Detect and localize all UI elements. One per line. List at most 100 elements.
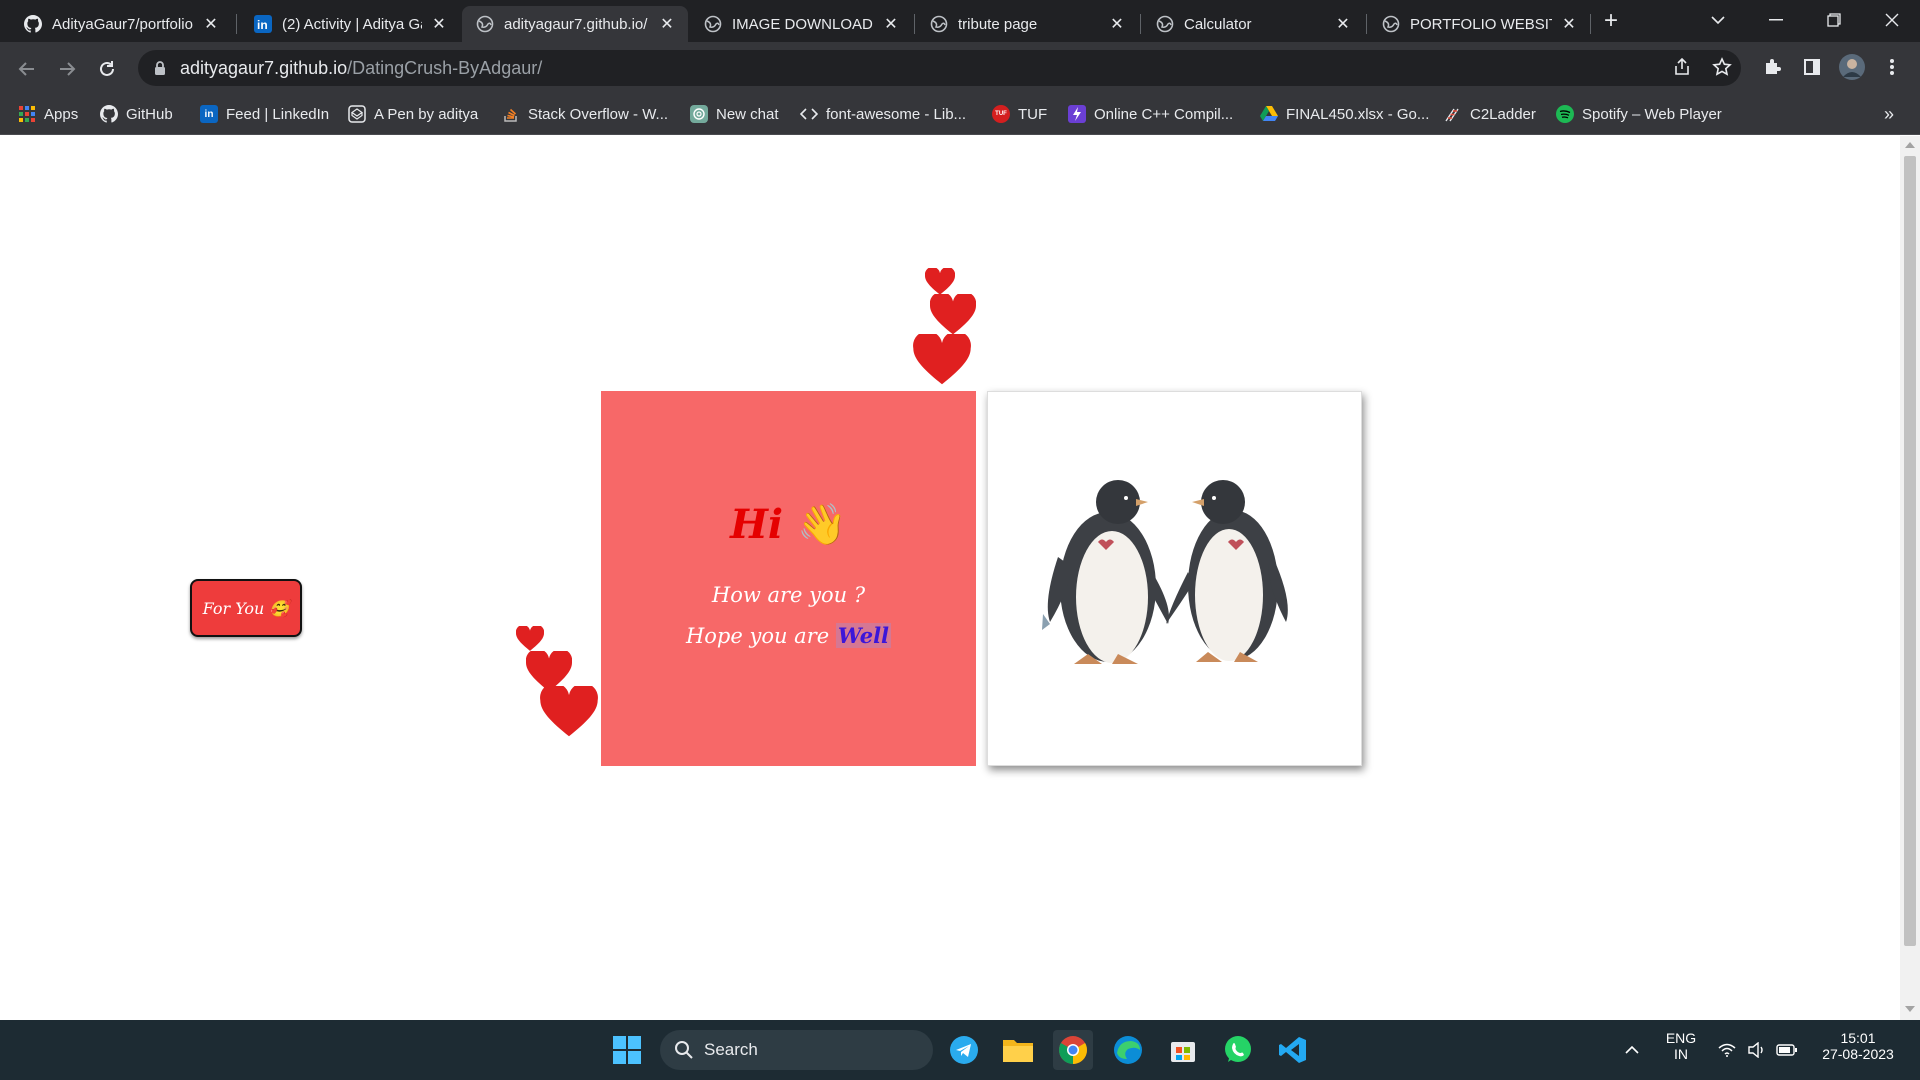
tab-portfolio-website[interactable]: PORTFOLIO WEBSITE ✕: [1368, 6, 1590, 42]
bookmark-tuf[interactable]: TUF TUF: [992, 102, 1047, 126]
penguins-illustration: [1042, 480, 1288, 664]
bookmark-linkedin[interactable]: in Feed | LinkedIn: [200, 102, 329, 126]
tab-title: adityagaur7.github.io/: [504, 15, 648, 33]
bookmark-label: Apps: [44, 105, 79, 123]
bookmark-label: GitHub: [126, 105, 173, 123]
microsoft-store-icon[interactable]: [1163, 1030, 1203, 1070]
back-button[interactable]: [12, 54, 42, 84]
reload-button[interactable]: [92, 54, 122, 84]
extensions-icon[interactable]: [1756, 51, 1788, 83]
greeting-heading: Hi 👋: [601, 501, 976, 548]
tab-github-portfolio[interactable]: AdityaGaur7/portfolio ✕: [10, 6, 232, 42]
battery-icon[interactable]: [1772, 1030, 1802, 1070]
scroll-down-arrow-icon[interactable]: [1905, 1006, 1915, 1012]
codepen-icon: [348, 105, 366, 123]
tab-tribute-page[interactable]: tribute page ✕: [916, 6, 1138, 42]
address-bar[interactable]: adityagaur7.github.io/DatingCrush-ByAdga…: [138, 50, 1741, 86]
vscode-icon[interactable]: [1273, 1030, 1313, 1070]
bookmark-final450[interactable]: FINAL450.xlsx - Go...: [1260, 102, 1429, 126]
browser-menu-icon[interactable]: [1876, 51, 1908, 83]
edge-icon[interactable]: [1108, 1030, 1148, 1070]
page-content: For You 🥰 Hi 👋 How are you ? Hope you ar…: [0, 136, 1900, 1020]
bookmark-label: Stack Overflow - W...: [528, 105, 669, 123]
restore-button[interactable]: [1806, 0, 1862, 40]
bookmark-font-awesome[interactable]: font-awesome - Lib...: [800, 102, 966, 126]
tab-calculator[interactable]: Calculator ✕: [1142, 6, 1364, 42]
taskbar-search-label: Search: [704, 1040, 758, 1059]
tab-separator: [1590, 14, 1591, 34]
tab-strip: AdityaGaur7/portfolio ✕ in (2) Activity …: [0, 0, 1920, 42]
clock-time: 15:01: [1840, 1030, 1876, 1046]
scrollbar-thumb[interactable]: [1904, 156, 1916, 946]
profile-avatar[interactable]: [1836, 51, 1868, 83]
chrome-icon[interactable]: [1053, 1030, 1093, 1070]
page-scrollbar[interactable]: [1900, 136, 1920, 1020]
whatsapp-icon[interactable]: [1218, 1030, 1258, 1070]
lock-icon[interactable]: [152, 60, 168, 76]
close-icon[interactable]: ✕: [1334, 15, 1352, 33]
tab-search-chevron-icon[interactable]: [1690, 0, 1746, 40]
stackoverflow-icon: [502, 105, 520, 123]
close-icon[interactable]: ✕: [202, 15, 220, 33]
bookmarks-overflow-button[interactable]: »: [1884, 102, 1894, 126]
linkedin-icon: in: [254, 15, 272, 33]
tab-title: (2) Activity | Aditya Gaur: [282, 15, 422, 33]
bookmark-star-icon[interactable]: [1706, 51, 1738, 83]
telegram-icon[interactable]: [944, 1030, 984, 1070]
bookmark-online-cpp[interactable]: Online C++ Compil...: [1068, 102, 1233, 126]
globe-icon: [930, 15, 948, 33]
tab-linkedin-activity[interactable]: in (2) Activity | Aditya Gaur ✕: [240, 6, 460, 42]
bookmark-github[interactable]: GitHub: [100, 102, 173, 126]
bookmark-stackoverflow[interactable]: Stack Overflow - W...: [502, 102, 668, 126]
for-you-button[interactable]: For You 🥰: [190, 579, 302, 637]
language-indicator[interactable]: ENG IN: [1660, 1030, 1702, 1062]
bookmark-new-chat[interactable]: New chat: [690, 102, 779, 126]
share-icon[interactable]: [1666, 51, 1698, 83]
bookmark-codepen[interactable]: A Pen by aditya: [348, 102, 478, 126]
forward-button[interactable]: [52, 54, 82, 84]
penguin-left: [1042, 480, 1169, 664]
ladder-icon: [1444, 105, 1462, 123]
tab-image-download[interactable]: IMAGE DOWNLOAD ✕: [690, 6, 912, 42]
github-icon: [24, 15, 42, 33]
bookmark-label: FINAL450.xlsx - Go...: [1286, 105, 1430, 123]
windows-start-icon[interactable]: [607, 1030, 647, 1070]
tab-title: PORTFOLIO WEBSITE: [1410, 15, 1552, 33]
minimize-button[interactable]: [1748, 0, 1804, 40]
file-explorer-icon[interactable]: [998, 1030, 1038, 1070]
heart-icon: [925, 268, 955, 295]
bookmarks-bar: Apps GitHub in Feed | LinkedIn A Pen by …: [0, 94, 1920, 135]
globe-icon: [1382, 15, 1400, 33]
region-code: IN: [1674, 1046, 1688, 1062]
highlight-word: Well: [835, 623, 892, 648]
bookmark-c2ladder[interactable]: C2Ladder: [1444, 102, 1536, 126]
volume-icon[interactable]: [1742, 1030, 1772, 1070]
clock-date: 27-08-2023: [1822, 1046, 1894, 1062]
close-icon[interactable]: ✕: [1560, 15, 1578, 33]
bookmark-apps[interactable]: Apps: [18, 102, 78, 126]
svg-text:in: in: [257, 18, 268, 32]
tab-title: IMAGE DOWNLOAD: [732, 15, 873, 33]
new-tab-button[interactable]: +: [1598, 9, 1624, 35]
show-hidden-icons-chevron-icon[interactable]: [1612, 1030, 1652, 1070]
close-icon[interactable]: ✕: [882, 15, 900, 33]
url-path: /DatingCrush-ByAdgaur/: [347, 57, 543, 78]
bookmark-spotify[interactable]: Spotify – Web Player: [1556, 102, 1722, 126]
clock[interactable]: 15:01 27-08-2023: [1808, 1030, 1908, 1062]
taskbar-search-box[interactable]: Search: [660, 1030, 933, 1070]
tab-title: tribute page: [958, 15, 1038, 33]
side-panel-icon[interactable]: [1796, 51, 1828, 83]
heart-icon: [540, 686, 598, 737]
wifi-icon[interactable]: [1712, 1030, 1742, 1070]
close-icon[interactable]: ✕: [1108, 15, 1126, 33]
close-icon[interactable]: ✕: [430, 15, 448, 33]
bookmark-label: C2Ladder: [1470, 105, 1536, 123]
window-close-button[interactable]: [1864, 0, 1920, 40]
tab-separator: [236, 14, 237, 34]
scroll-up-arrow-icon[interactable]: [1905, 142, 1915, 148]
close-icon[interactable]: ✕: [658, 15, 676, 33]
tab-dating-crush[interactable]: adityagaur7.github.io/ ✕: [462, 6, 688, 42]
bookmark-label: TUF: [1018, 105, 1048, 123]
spotify-icon: [1556, 105, 1574, 123]
tab-separator: [1140, 14, 1141, 34]
